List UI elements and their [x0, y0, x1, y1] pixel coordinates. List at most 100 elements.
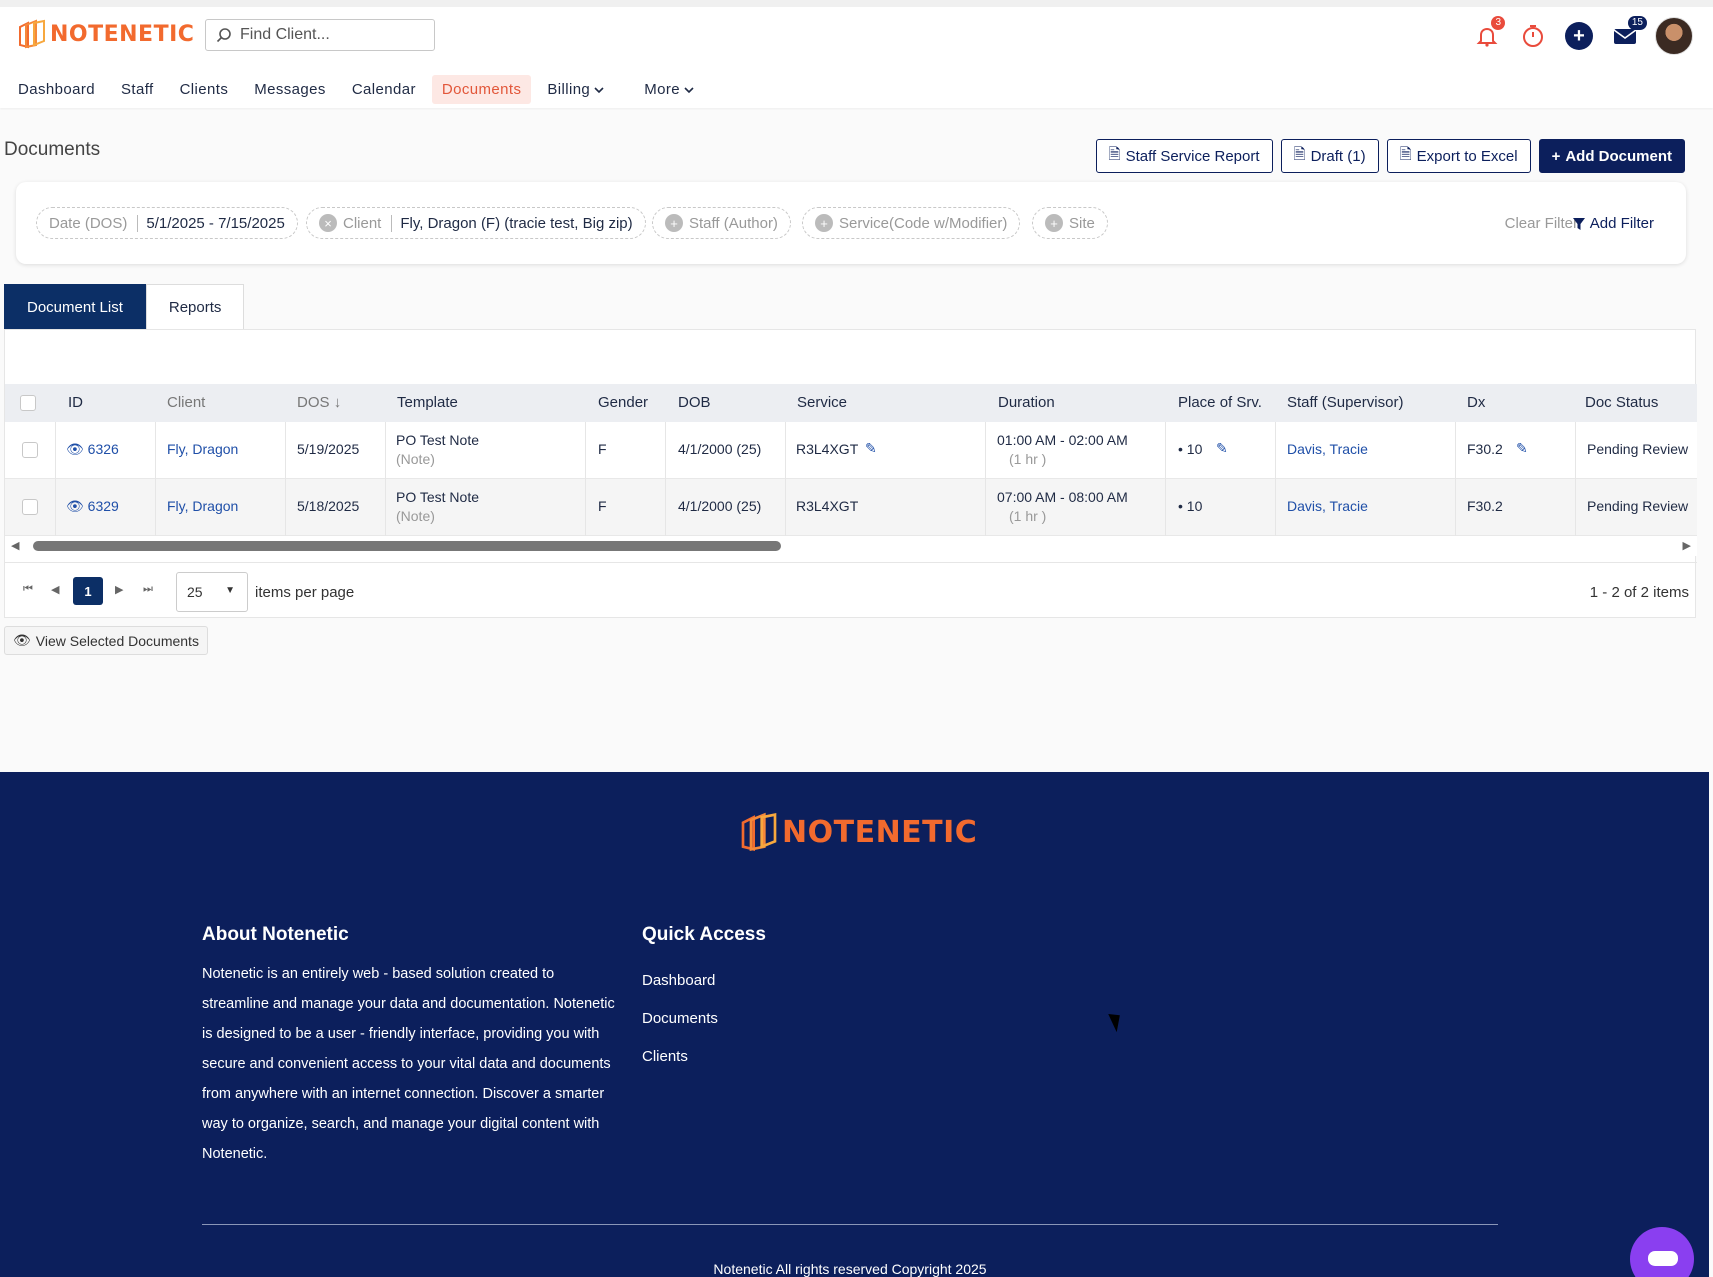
nav-staff[interactable]: Staff	[111, 75, 164, 104]
prev-page-icon[interactable]: ◀	[51, 583, 59, 596]
date-filter-value: 5/1/2025 - 7/15/2025	[137, 214, 285, 232]
row-id-link[interactable]: 👁 6329	[66, 498, 119, 515]
eye-icon: 👁	[66, 498, 84, 514]
nav-billing[interactable]: Billing	[537, 75, 614, 104]
tab-reports[interactable]: Reports	[145, 284, 245, 330]
export-excel-button[interactable]: 🗎 Export to Excel	[1386, 139, 1531, 173]
footer-brand-name: NOTENETIC	[782, 814, 978, 850]
row-client-link[interactable]: Fly, Dragon	[167, 441, 238, 457]
row-checkbox[interactable]	[22, 442, 38, 458]
clear-filter-link[interactable]: Clear Filter	[1505, 215, 1578, 232]
page-size-select[interactable]: 25 ▼	[176, 572, 248, 612]
user-avatar[interactable]	[1655, 17, 1693, 55]
column-header-place[interactable]: Place of Srv.	[1178, 394, 1262, 411]
cell-divider	[585, 422, 586, 479]
nav-clients[interactable]: Clients	[170, 75, 239, 104]
pdf-icon: 🗎	[1108, 145, 1121, 163]
column-header-dos[interactable]: DOS ↓	[297, 394, 341, 411]
plus-icon: +	[1565, 22, 1593, 50]
row-place-of-service: • 10	[1178, 498, 1203, 514]
row-staff-link[interactable]: Davis, Tracie	[1287, 498, 1368, 514]
messages-button[interactable]: 15	[1609, 16, 1647, 52]
staff-author-filter-chip[interactable]: + Staff (Author)	[652, 207, 791, 239]
notenetic-logo-icon	[741, 812, 777, 852]
add-document-button[interactable]: + Add Document	[1538, 139, 1685, 173]
nav-documents[interactable]: Documents	[431, 75, 532, 104]
brand-logo[interactable]: NOTENETIC	[18, 19, 194, 49]
column-header-duration[interactable]: Duration	[998, 394, 1055, 411]
table-row[interactable]: 👁 6326 Fly, Dragon 5/19/2025 PO Test Not…	[5, 422, 1697, 479]
row-client-link[interactable]: Fly, Dragon	[167, 498, 238, 514]
footer-link-clients[interactable]: Clients	[642, 1038, 718, 1076]
next-page-icon[interactable]: ▶	[115, 583, 123, 596]
service-filter-chip[interactable]: + Service(Code w/Modifier)	[802, 207, 1021, 239]
edit-pencil-icon[interactable]: ✎	[1516, 440, 1528, 457]
row-duration: 01:00 AM - 02:00 AM	[997, 432, 1128, 448]
scrollbar-thumb[interactable]	[33, 541, 781, 551]
chevron-down-icon	[684, 86, 694, 93]
column-header-id[interactable]: ID	[68, 394, 83, 411]
view-selected-documents-button[interactable]: 👁 View Selected Documents	[4, 626, 208, 655]
column-header-client[interactable]: Client	[167, 394, 205, 411]
add-filter-button[interactable]: Add Filter	[1572, 215, 1654, 232]
table-row[interactable]: 👁 6329 Fly, Dragon 5/18/2025 PO Test Not…	[5, 479, 1697, 536]
row-dx: F30.2	[1467, 498, 1503, 514]
excel-icon: 🗎	[1399, 145, 1412, 163]
column-header-template[interactable]: Template	[397, 394, 458, 411]
quick-add-button[interactable]: +	[1563, 20, 1595, 52]
cell-divider	[285, 422, 286, 479]
nav-more[interactable]: More	[634, 75, 704, 104]
remove-filter-icon[interactable]: ×	[319, 214, 337, 232]
add-filter-label: Add Filter	[1589, 215, 1654, 232]
eye-icon: 👁	[13, 632, 31, 648]
footer-link-dashboard[interactable]: Dashboard	[642, 962, 718, 1000]
scroll-left-arrow-icon[interactable]: ◀	[11, 539, 19, 552]
nav-billing-label: Billing	[547, 81, 591, 98]
column-header-staff[interactable]: Staff (Supervisor)	[1287, 394, 1403, 411]
service-filter-label: Service(Code w/Modifier)	[839, 214, 1008, 232]
messages-badge: 15	[1627, 16, 1647, 30]
horizontal-scrollbar[interactable]: ◀ ▶	[5, 536, 1697, 556]
find-client-search[interactable]	[205, 19, 435, 51]
nav-calendar[interactable]: Calendar	[342, 75, 426, 104]
cell-divider	[385, 479, 386, 536]
last-page-icon[interactable]: ⏭	[143, 583, 153, 596]
notifications-badge: 3	[1491, 16, 1505, 30]
column-header-doc-status[interactable]: Doc Status	[1585, 394, 1658, 411]
row-staff-link[interactable]: Davis, Tracie	[1287, 441, 1368, 457]
timer-button[interactable]	[1517, 20, 1549, 52]
footer-link-documents[interactable]: Documents	[642, 1000, 718, 1038]
column-header-service[interactable]: Service	[797, 394, 847, 411]
add-document-label: Add Document	[1565, 147, 1672, 165]
find-client-input[interactable]	[240, 26, 420, 44]
column-header-gender[interactable]: Gender	[598, 394, 648, 411]
draft-button[interactable]: 🗎 Draft (1)	[1280, 139, 1379, 173]
footer: NOTENETIC About Notenetic Notenetic is a…	[0, 772, 1709, 1277]
row-id-link[interactable]: 👁 6326	[66, 441, 119, 458]
quick-access-links: Dashboard Documents Clients	[642, 962, 718, 1076]
client-filter-value: Fly, Dragon (F) (tracie test, Big zip)	[391, 214, 633, 232]
site-filter-chip[interactable]: + Site	[1032, 207, 1108, 239]
edit-pencil-icon[interactable]: ✎	[1216, 440, 1228, 457]
tab-document-list[interactable]: Document List	[4, 284, 146, 330]
row-checkbox[interactable]	[22, 499, 38, 515]
first-page-icon[interactable]: ⏮	[23, 583, 33, 596]
select-all-checkbox[interactable]	[20, 395, 36, 411]
scroll-right-arrow-icon[interactable]: ▶	[1683, 539, 1691, 552]
date-filter-chip[interactable]: Date (DOS) 5/1/2025 - 7/15/2025	[36, 207, 298, 239]
page-number-button[interactable]: 1	[73, 577, 103, 605]
column-header-dob[interactable]: DOB	[678, 394, 711, 411]
cell-divider	[665, 422, 666, 479]
staff-service-report-button[interactable]: 🗎 Staff Service Report	[1095, 139, 1273, 173]
pagination: ⏮ ◀ 1 ▶ ⏭ 25 ▼ items per page 1 - 2 of 2…	[5, 562, 1697, 618]
row-place-value: 10	[1186, 498, 1203, 514]
column-header-dx[interactable]: Dx	[1467, 394, 1485, 411]
cell-divider	[55, 479, 56, 536]
nav-messages[interactable]: Messages	[244, 75, 336, 104]
nav-dashboard[interactable]: Dashboard	[8, 75, 105, 104]
notifications-button[interactable]: 3	[1471, 16, 1505, 52]
add-filter-plus-icon: +	[1045, 214, 1063, 232]
edit-pencil-icon[interactable]: ✎	[865, 440, 877, 457]
client-filter-chip[interactable]: × Client Fly, Dragon (F) (tracie test, B…	[306, 207, 646, 239]
row-template: PO Test Note	[396, 489, 480, 505]
